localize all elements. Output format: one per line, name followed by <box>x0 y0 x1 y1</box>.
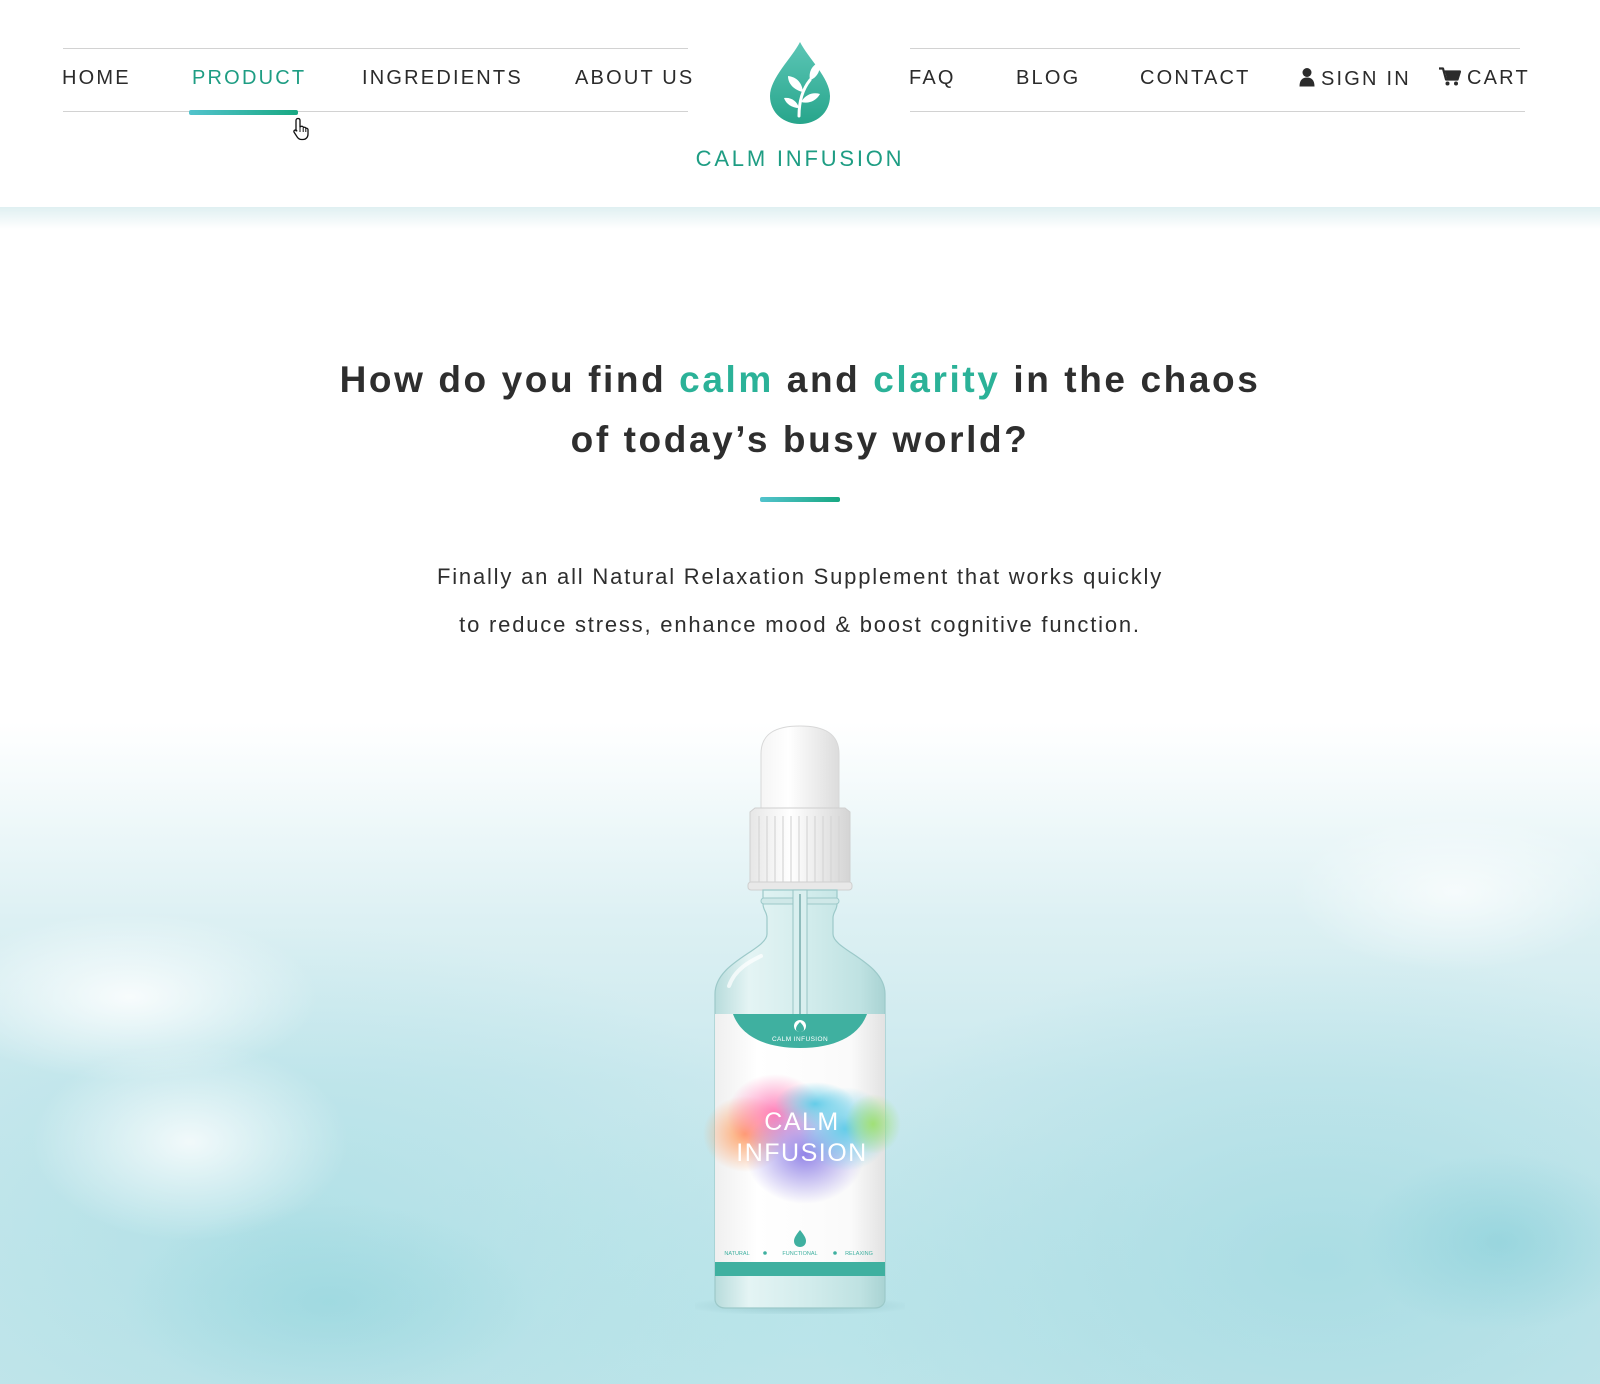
nav-cart[interactable]: CART <box>1439 67 1530 90</box>
nav-about-us[interactable]: ABOUT US <box>575 67 694 90</box>
nav-rule-top-right <box>910 48 1520 49</box>
product-bottle[interactable]: CALM INFUSION CALM INFUSION NATURAL FUNC… <box>695 724 905 1314</box>
hero-subtext: Finally an all Natural Relaxation Supple… <box>300 553 1300 649</box>
nav-active-indicator <box>189 110 298 115</box>
cart-label: CART <box>1467 67 1530 89</box>
nav-home[interactable]: HOME <box>62 67 131 90</box>
site-header: HOME PRODUCT INGREDIENTS ABOUT US FAQ BL… <box>0 0 1600 209</box>
brand-name[interactable]: CALM INFUSION <box>600 146 1000 172</box>
label-title-line-2: INFUSION <box>736 1139 867 1167</box>
label-brand-small: CALM INFUSION <box>772 1036 828 1043</box>
subtext-line-1: Finally an all Natural Relaxation Supple… <box>436 564 1164 589</box>
nav-rule-bottom-right <box>910 111 1525 112</box>
label-tag-natural: NATURAL <box>724 1251 749 1257</box>
pointer-cursor-icon <box>293 117 309 141</box>
hero-headline: How do you find calm and clarity in the … <box>300 350 1300 470</box>
headline-highlight-calm: calm <box>679 359 774 400</box>
headline-divider <box>760 497 840 502</box>
nav-rule-bottom-left <box>63 111 688 112</box>
headline-text-2: and <box>773 359 874 400</box>
header-shadow <box>0 207 1600 229</box>
nav-ingredients[interactable]: INGREDIENTS <box>362 67 523 90</box>
nav-blog[interactable]: BLOG <box>1016 67 1080 90</box>
nav-faq[interactable]: FAQ <box>909 67 956 90</box>
watercolor-spot <box>1290 812 1600 972</box>
headline-line-2: of today’s busy world? <box>570 419 1030 460</box>
user-icon <box>1299 68 1315 87</box>
label-tag-functional: FUNCTIONAL <box>782 1251 817 1257</box>
cart-icon <box>1439 67 1461 86</box>
headline-text-1: How do you find <box>339 359 680 400</box>
subtext-line-2: to reduce stress, enhance mood & boost c… <box>459 612 1141 637</box>
sign-in-label: SIGN IN <box>1321 68 1411 90</box>
label-title-line-1: CALM <box>764 1108 839 1136</box>
headline-text-3: in the chaos <box>1000 359 1261 400</box>
nav-sign-in[interactable]: SIGN IN <box>1299 67 1411 91</box>
nav-contact[interactable]: CONTACT <box>1140 67 1251 90</box>
watercolor-spot <box>1360 1152 1600 1332</box>
nav-product[interactable]: PRODUCT <box>192 67 306 90</box>
nav-rule-top-left <box>63 48 688 49</box>
watercolor-spot <box>120 1202 540 1384</box>
label-tag-relaxing: RELAXING <box>845 1251 873 1257</box>
headline-highlight-clarity: clarity <box>873 359 1001 400</box>
brand-logo-icon[interactable] <box>766 40 834 126</box>
